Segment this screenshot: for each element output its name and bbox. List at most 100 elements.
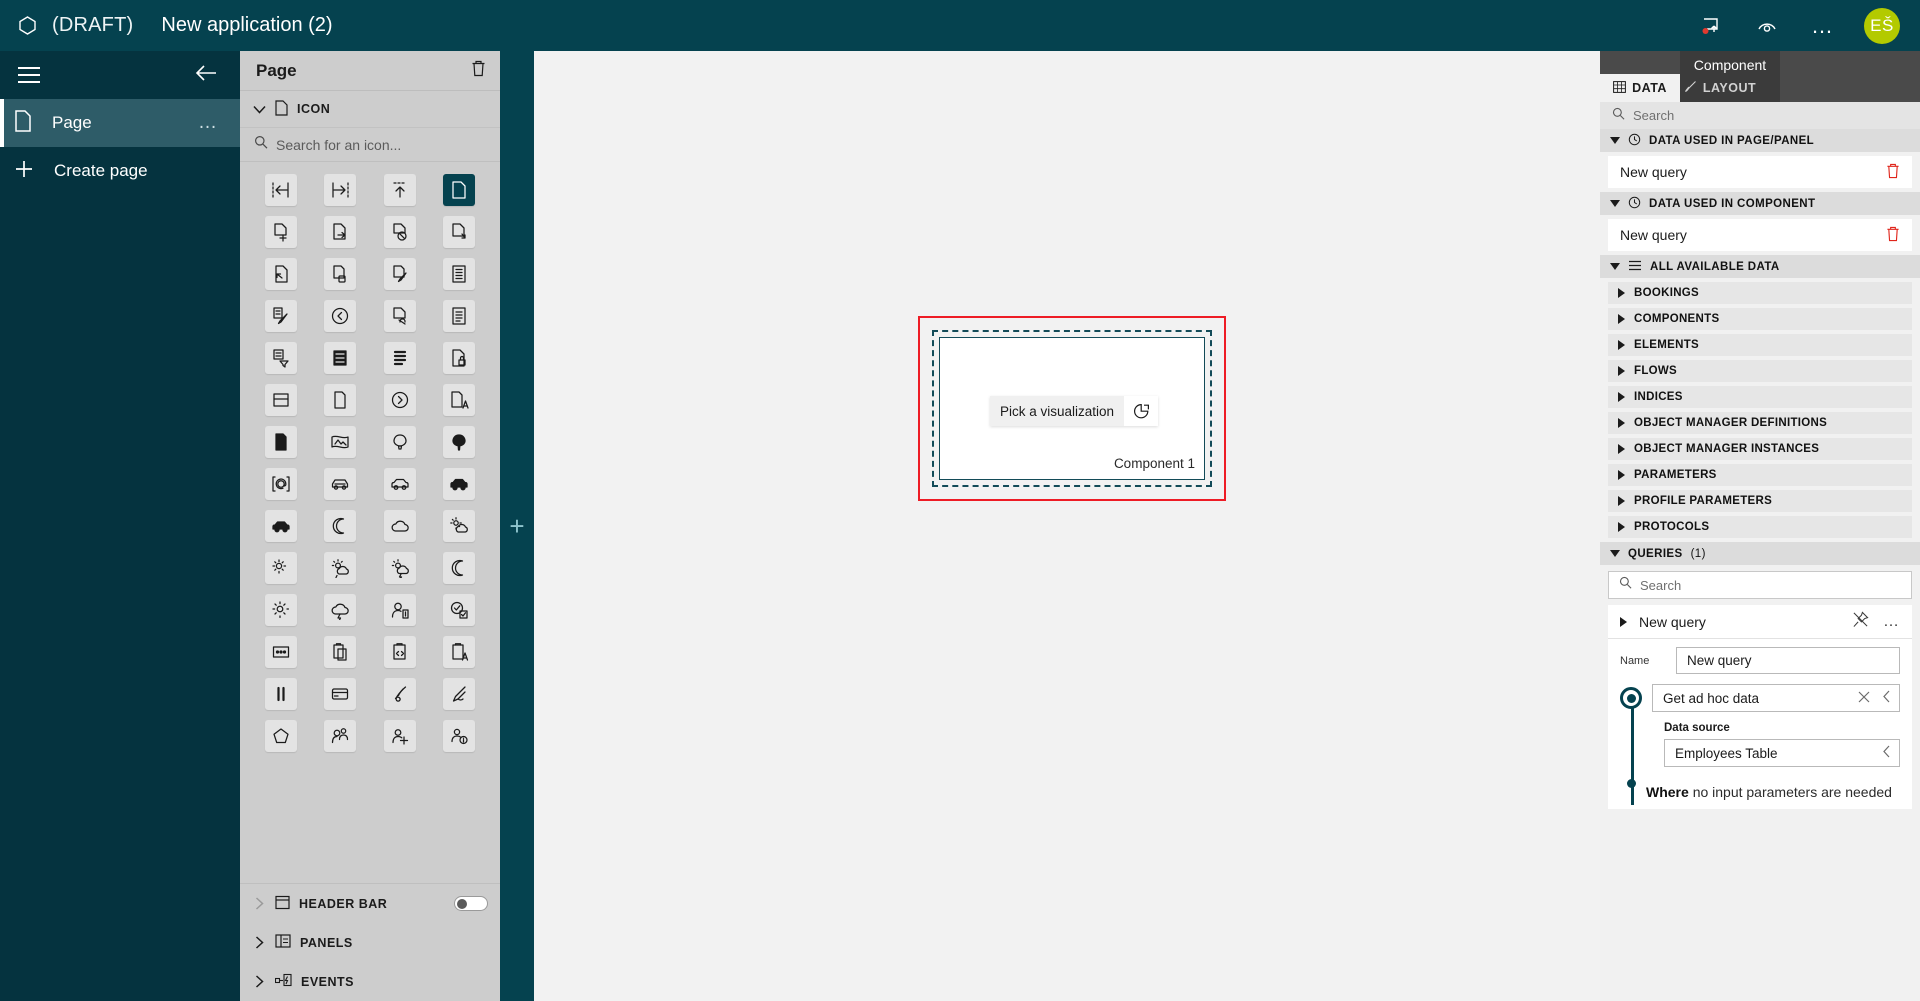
- document-down-icon[interactable]: [443, 216, 476, 248]
- category-profile-parameters[interactable]: PROFILE PARAMETERS: [1608, 490, 1912, 512]
- chevron-left-icon[interactable]: [1882, 690, 1891, 706]
- moon-icon[interactable]: [324, 510, 357, 542]
- document-link-icon[interactable]: [383, 300, 416, 332]
- car-side-icon[interactable]: [383, 468, 416, 500]
- cloud-sun-icon[interactable]: [443, 510, 476, 542]
- sidebar-item-page[interactable]: Page …: [0, 99, 240, 147]
- clock-forward-icon[interactable]: [383, 384, 416, 416]
- cloud-lightning-icon[interactable]: [324, 594, 357, 626]
- back-arrow-icon[interactable]: [194, 64, 218, 87]
- close-icon[interactable]: [1858, 691, 1870, 706]
- document-back-icon[interactable]: [264, 258, 297, 290]
- ellipsis-box-icon[interactable]: [264, 636, 297, 668]
- trash-icon[interactable]: [471, 60, 486, 82]
- category-components[interactable]: COMPONENTS: [1608, 308, 1912, 330]
- design-canvas[interactable]: Pick a visualization Component 1: [534, 51, 1600, 1001]
- section-data-used-in-page-panel[interactable]: DATA USED IN PAGE/PANEL: [1600, 129, 1920, 152]
- user-badge-icon[interactable]: [383, 594, 416, 626]
- tab-data[interactable]: DATA: [1600, 74, 1680, 102]
- avatar[interactable]: EŠ: [1864, 7, 1900, 44]
- panorama-icon[interactable]: [324, 426, 357, 458]
- query-name-input[interactable]: New query: [1676, 647, 1900, 674]
- data-source-combobox[interactable]: Employees Table: [1664, 739, 1900, 767]
- data-used-page-query-row[interactable]: New query: [1608, 156, 1912, 188]
- more-options-icon[interactable]: …: [1808, 11, 1838, 41]
- sun-rain-icon[interactable]: [324, 552, 357, 584]
- header-bar-toggle[interactable]: [454, 896, 488, 911]
- document-note-edit-icon[interactable]: [264, 300, 297, 332]
- category-bookings[interactable]: BOOKINGS: [1608, 282, 1912, 304]
- align-right-icon[interactable]: [324, 174, 357, 206]
- person-info-icon[interactable]: [443, 720, 476, 752]
- document-header-icon[interactable]: [264, 384, 297, 416]
- document-bars-solid-icon[interactable]: [324, 342, 357, 374]
- preview-eye-icon[interactable]: [1752, 11, 1782, 41]
- query-action-combobox[interactable]: Get ad hoc data: [1652, 684, 1900, 712]
- category-parameters[interactable]: PARAMETERS: [1608, 464, 1912, 486]
- pick-visualization-control[interactable]: Pick a visualization: [990, 396, 1159, 426]
- sun-bright-icon[interactable]: [264, 594, 297, 626]
- query-more-icon[interactable]: …: [1883, 613, 1900, 631]
- document-add-icon[interactable]: [264, 216, 297, 248]
- section-queries[interactable]: QUERIES (1): [1600, 542, 1920, 565]
- balloon-solid-icon[interactable]: [443, 426, 476, 458]
- notifications-icon[interactable]: [1696, 11, 1726, 41]
- card-icon[interactable]: [324, 678, 357, 710]
- data-used-component-query-row[interactable]: New query: [1608, 219, 1912, 251]
- queries-search-input[interactable]: [1640, 577, 1860, 593]
- triangle-right-icon[interactable]: [1620, 616, 1627, 627]
- pen-icon[interactable]: [443, 678, 476, 710]
- add-component-button[interactable]: +: [509, 513, 524, 539]
- trash-icon[interactable]: [1886, 226, 1900, 245]
- hexagon-outline-icon[interactable]: [14, 13, 40, 39]
- hamburger-icon[interactable]: [18, 62, 40, 88]
- document-solid-icon[interactable]: [264, 426, 297, 458]
- document-forward-icon[interactable]: [324, 216, 357, 248]
- people-icon[interactable]: [324, 720, 357, 752]
- category-flows[interactable]: FLOWS: [1608, 360, 1912, 382]
- car-solid-icon[interactable]: [443, 468, 476, 500]
- sidebar-item-create-page[interactable]: Create page: [0, 147, 240, 195]
- document-lock-icon[interactable]: [443, 342, 476, 374]
- icon-search-input[interactable]: [276, 136, 476, 153]
- car-outline-icon[interactable]: [324, 468, 357, 500]
- clipboard-a-icon[interactable]: [443, 636, 476, 668]
- section-data-used-in-component[interactable]: DATA USED IN COMPONENT: [1600, 192, 1920, 215]
- pause-icon[interactable]: [264, 678, 297, 710]
- align-top-icon[interactable]: [383, 174, 416, 206]
- document-filter-icon[interactable]: [264, 342, 297, 374]
- section-all-available-data[interactable]: ALL AVAILABLE DATA: [1600, 255, 1920, 278]
- trash-icon[interactable]: [1886, 163, 1900, 182]
- document-copy-icon[interactable]: [324, 258, 357, 290]
- document-edit-icon[interactable]: [383, 258, 416, 290]
- document-block-icon[interactable]: [383, 216, 416, 248]
- right-panel-search-input[interactable]: [1633, 108, 1833, 123]
- unpin-icon[interactable]: [1852, 610, 1869, 633]
- align-left-icon[interactable]: [264, 174, 297, 206]
- document-blank-icon[interactable]: [324, 384, 357, 416]
- clipboard-code-icon[interactable]: [383, 636, 416, 668]
- category-object-manager-definitions[interactable]: OBJECT MANAGER DEFINITIONS: [1608, 412, 1912, 434]
- document-lines-icon[interactable]: [443, 300, 476, 332]
- document-icon[interactable]: [443, 174, 476, 206]
- shield-check-icon[interactable]: [443, 594, 476, 626]
- section-header-bar[interactable]: HEADER BAR: [240, 884, 500, 923]
- cloud-icon[interactable]: [383, 510, 416, 542]
- document-a-icon[interactable]: [443, 384, 476, 416]
- chevron-left-icon[interactable]: [1882, 745, 1891, 761]
- page-overflow-icon[interactable]: …: [198, 112, 218, 134]
- document-list-icon[interactable]: [443, 258, 476, 290]
- pentagon-icon[interactable]: [264, 720, 297, 752]
- clock-back-icon[interactable]: [324, 300, 357, 332]
- component-selection-frame[interactable]: Pick a visualization Component 1: [918, 316, 1226, 501]
- category-protocols[interactable]: PROTOCOLS: [1608, 516, 1912, 538]
- section-events[interactable]: EVENTS: [240, 962, 500, 1001]
- pie-chart-icon[interactable]: [1124, 396, 1159, 426]
- category-indices[interactable]: INDICES: [1608, 386, 1912, 408]
- paint-brush-icon[interactable]: [383, 678, 416, 710]
- sun-cloud-icon[interactable]: [264, 552, 297, 584]
- at-bracket-icon[interactable]: [264, 468, 297, 500]
- clipboard-icon[interactable]: [324, 636, 357, 668]
- car-filled-icon[interactable]: [264, 510, 297, 542]
- person-add-icon[interactable]: [383, 720, 416, 752]
